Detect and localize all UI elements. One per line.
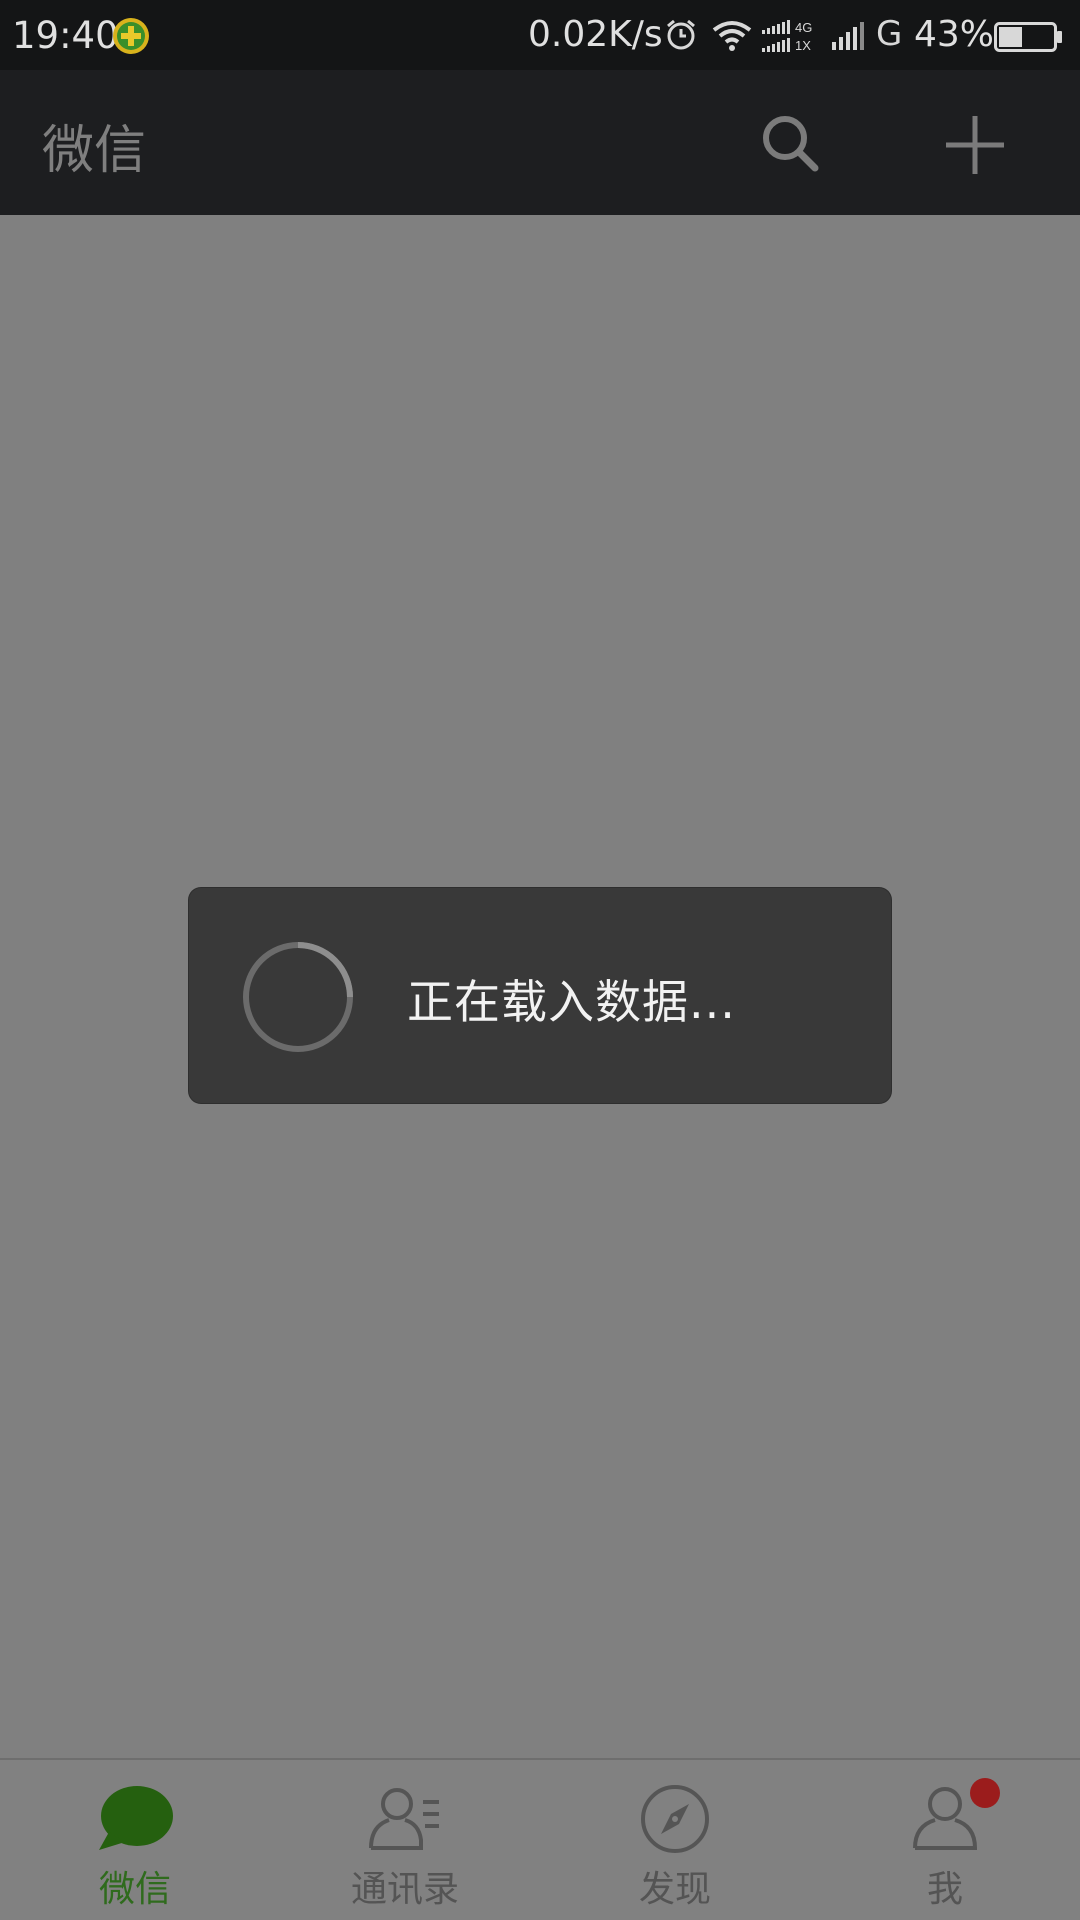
- signal-label-4g: 4G: [795, 20, 812, 35]
- page-title: 微信: [42, 121, 147, 181]
- signal-icon: [832, 22, 864, 50]
- wifi-icon: [712, 21, 752, 51]
- status-time: 19:40: [12, 14, 119, 57]
- loading-dialog: 正在载入数据...: [189, 888, 891, 1103]
- signal-label-1x: 1X: [795, 38, 811, 53]
- search-icon: [763, 116, 819, 172]
- chat-bubble-icon: [99, 1786, 173, 1850]
- loading-spinner-icon: [243, 942, 353, 1052]
- tab-label-chats: 微信: [98, 1869, 171, 1910]
- add-button[interactable]: [940, 110, 1010, 180]
- tab-label-me: 我: [926, 1869, 963, 1910]
- tab-label-contacts: 通讯录: [350, 1869, 459, 1910]
- tab-label-discover: 发现: [638, 1869, 711, 1910]
- search-button[interactable]: [755, 110, 825, 180]
- tab-chats[interactable]: 微信: [0, 1760, 270, 1920]
- loading-message: 正在载入数据...: [407, 975, 736, 1029]
- signal-4g-1x-icon: 4G 1X: [762, 20, 812, 53]
- status-bar: 19:40 0.02K/s 4G 1X G 43%: [0, 0, 1080, 70]
- tab-me[interactable]: 我: [810, 1760, 1080, 1920]
- app-bar: 微信: [0, 70, 1080, 215]
- battery-icon: [994, 22, 1062, 52]
- bottom-nav: 微信 通讯录 发现 我: [0, 1758, 1080, 1920]
- add-icon: [946, 116, 1004, 174]
- tab-contacts[interactable]: 通讯录: [270, 1760, 540, 1920]
- network-speed: 0.02K/s: [528, 14, 663, 55]
- notification-badge: [970, 1778, 1000, 1808]
- tab-discover[interactable]: 发现: [540, 1760, 810, 1920]
- battery-percent: 43%: [914, 14, 995, 55]
- alarm-icon: [667, 19, 695, 50]
- screen: 19:40 0.02K/s 4G 1X G 43% 微信 正在载入数据... 微…: [0, 0, 1080, 1920]
- network-type: G: [876, 14, 903, 54]
- shield-icon: [113, 18, 149, 54]
- compass-icon: [641, 1785, 709, 1853]
- contacts-icon: [369, 1788, 439, 1850]
